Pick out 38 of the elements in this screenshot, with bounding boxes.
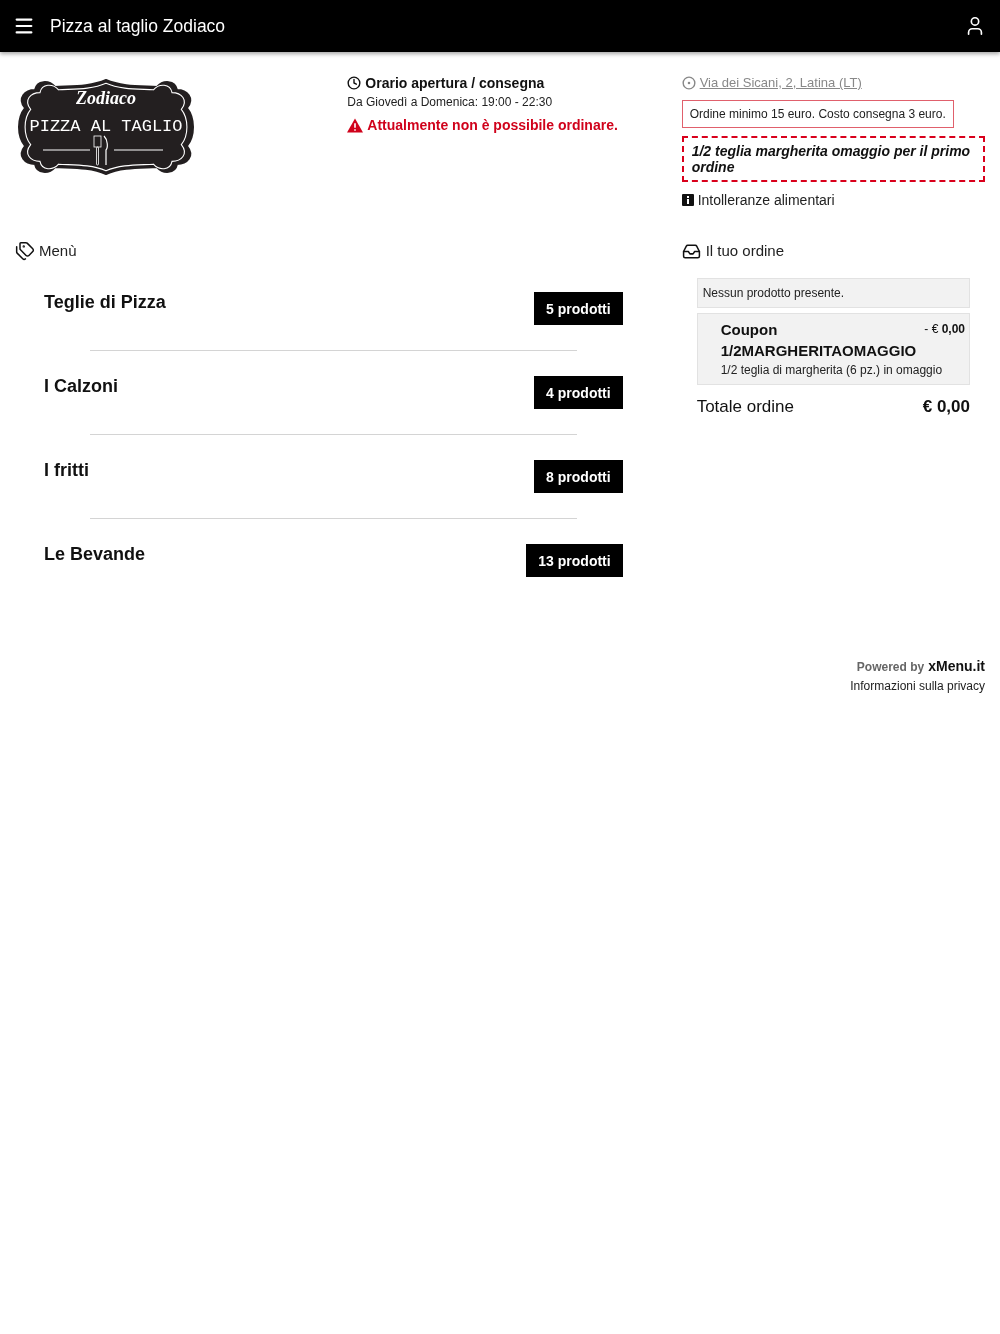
ordering-closed-warning: Attualmente non è possibile ordinare. bbox=[367, 116, 618, 134]
product-count-button[interactable]: 13 prodotti bbox=[526, 544, 623, 577]
warning-icon bbox=[347, 117, 364, 133]
logo-script-text: Zodiaco bbox=[76, 88, 136, 108]
category-title[interactable]: Teglie di Pizza bbox=[44, 292, 166, 312]
menu-heading: Menù bbox=[39, 241, 77, 261]
category-title[interactable]: I Calzoni bbox=[44, 376, 118, 396]
category-title[interactable]: I fritti bbox=[44, 460, 89, 480]
coupon-discount: - € 0,00 bbox=[924, 321, 965, 338]
delivery-notice: Ordine minimo 15 euro. Costo consegna 3 euro. bbox=[681, 100, 954, 128]
coupon-code: 1/2MARGHERITAOMAGGIO bbox=[720, 341, 918, 361]
coupon-description: 1/2 teglia di margherita (6 pz.) in omaggio bbox=[720, 362, 944, 379]
empty-order-message: Nessun prodotto presente. bbox=[696, 278, 970, 308]
menu-button[interactable] bbox=[13, 15, 35, 37]
category-title[interactable]: Le Bevande bbox=[44, 544, 146, 564]
info-icon bbox=[681, 194, 694, 206]
order-heading: Il tuo ordine bbox=[705, 241, 785, 261]
product-count-button[interactable]: 8 prodotti bbox=[534, 460, 623, 493]
page-title: Pizza al taglio Zodiaco bbox=[50, 15, 226, 38]
tags-icon bbox=[15, 241, 35, 261]
circle-dot-icon bbox=[681, 76, 696, 90]
inbox-icon bbox=[681, 241, 701, 261]
menu-icon bbox=[13, 15, 35, 37]
product-count-button[interactable]: 4 prodotti bbox=[534, 376, 623, 409]
total-amount: € 0,00 bbox=[922, 396, 970, 418]
total-label: Totale ordine bbox=[696, 396, 794, 418]
hours-heading: Orario apertura / consegna bbox=[365, 74, 545, 92]
privacy-link[interactable]: Informazioni sulla privacy bbox=[850, 677, 985, 695]
clock-icon bbox=[347, 76, 362, 90]
powered-by-text: Powered by bbox=[856, 659, 925, 676]
promo-banner: 1/2 teglia margherita omaggio per il primo ordine bbox=[681, 136, 985, 182]
product-count-button[interactable]: 5 prodotti bbox=[534, 292, 623, 325]
allergens-link[interactable]: Intolleranze alimentari bbox=[697, 191, 835, 209]
logo-tagline-text: PIZZA AL TAGLIO bbox=[29, 117, 183, 137]
coupon-label: Coupon bbox=[720, 320, 778, 340]
address-link[interactable]: Via dei Sicani, 2, Latina (LT) bbox=[699, 74, 862, 92]
hours-schedule: Da Giovedì a Domenica: 19:00 - 22:30 bbox=[347, 94, 554, 111]
brand-link[interactable]: xMenu.it bbox=[928, 657, 985, 675]
